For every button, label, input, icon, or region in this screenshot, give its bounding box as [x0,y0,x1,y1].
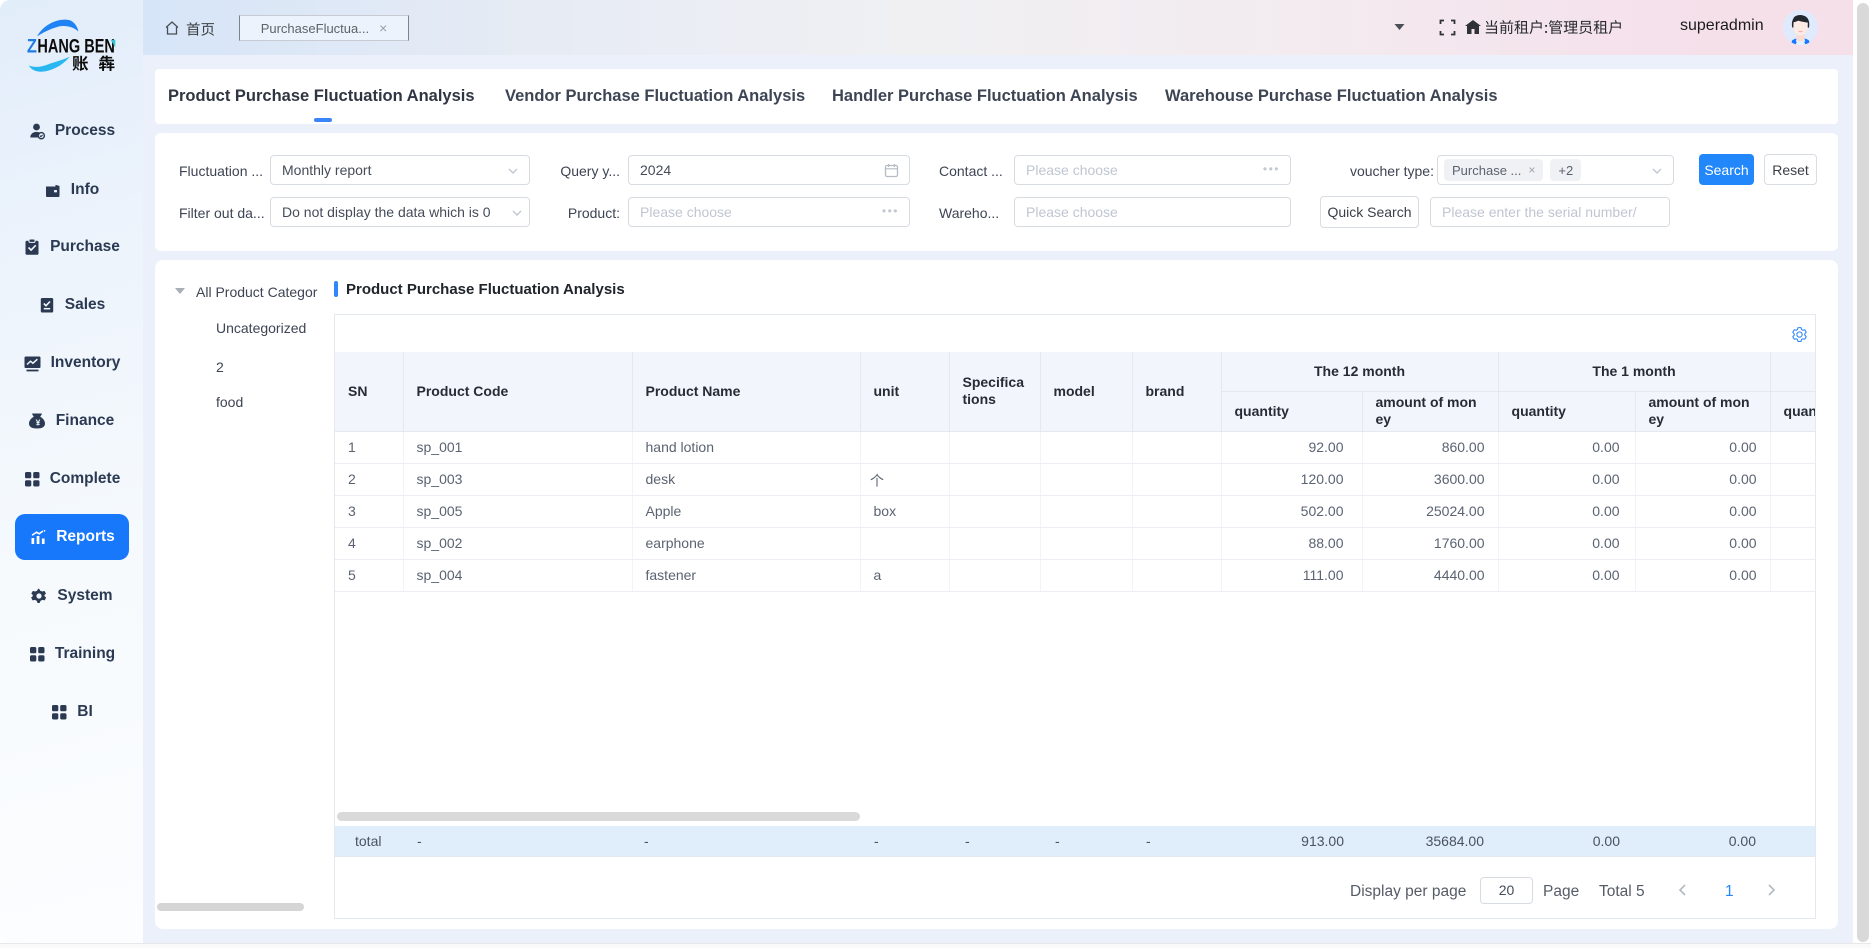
svg-text:¥: ¥ [35,417,40,427]
svg-text:Z: Z [27,37,37,58]
svg-text:HANG BEN: HANG BEN [37,37,115,58]
